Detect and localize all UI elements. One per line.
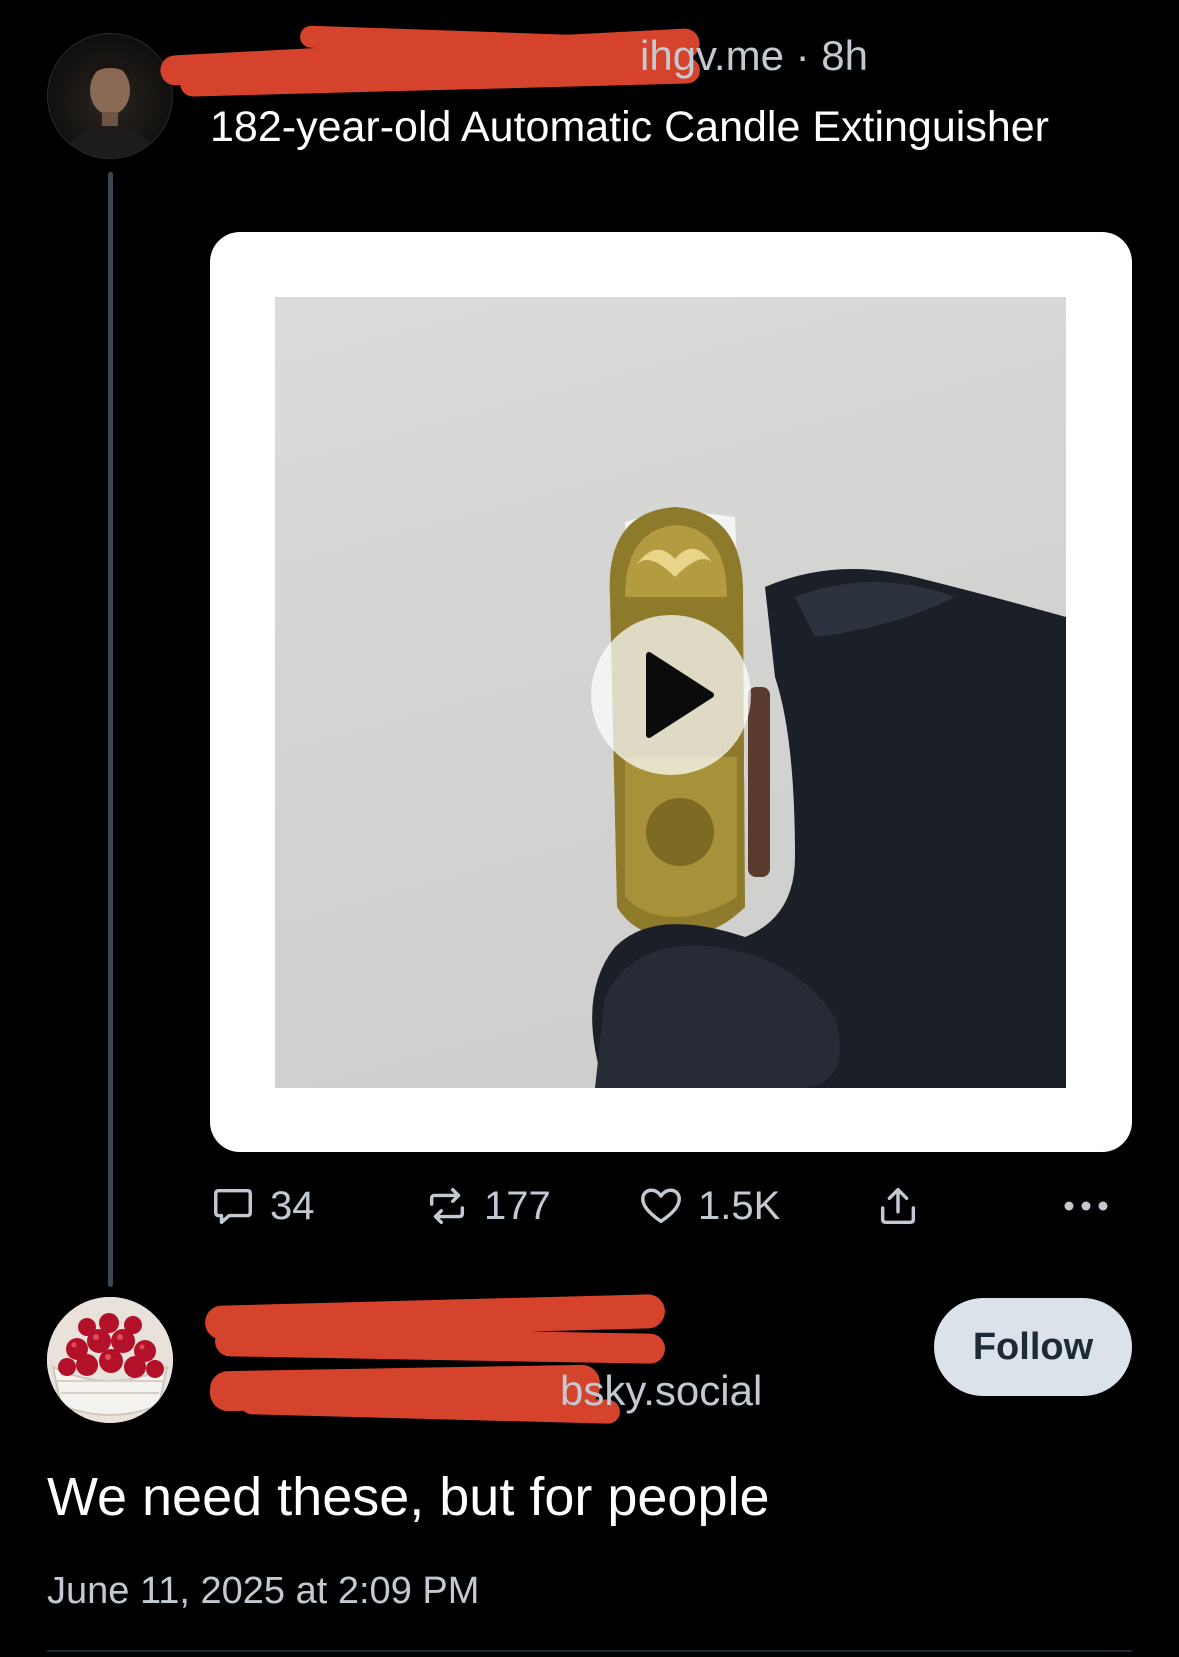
- meta-separator: ·: [795, 32, 810, 79]
- video-play-button[interactable]: [591, 615, 751, 775]
- thread-line: [108, 172, 113, 1287]
- repost-arrows-icon: [429, 1187, 465, 1225]
- post-text: 182-year-old Automatic Candle Extinguish…: [210, 103, 1049, 151]
- reply-action[interactable]: 34: [210, 1180, 315, 1232]
- divider: [47, 1650, 1132, 1652]
- like-count: 1.5K: [698, 1183, 781, 1228]
- reply-count: 34: [270, 1183, 315, 1228]
- like-action[interactable]: 1.5K: [638, 1180, 780, 1232]
- reply-text: We need these, but for people: [47, 1467, 770, 1527]
- reply-author-handle[interactable]: bsky.social: [560, 1367, 762, 1415]
- post-time[interactable]: 8h: [821, 32, 868, 79]
- redacted-reply-name-stroke: [214, 1326, 666, 1364]
- post-meta: ihgv.me · 8h: [640, 32, 868, 80]
- play-icon: [646, 652, 714, 738]
- share-upload-icon: [880, 1187, 916, 1225]
- repost-action[interactable]: 177: [424, 1180, 551, 1232]
- author-handle[interactable]: ihgv.me: [640, 32, 784, 79]
- reply-author-avatar[interactable]: [47, 1297, 173, 1423]
- more-action[interactable]: [1062, 1180, 1110, 1232]
- heart-icon: [641, 1188, 681, 1224]
- reply-timestamp: June 11, 2025 at 2:09 PM: [47, 1570, 480, 1612]
- speech-bubble-icon: [214, 1188, 252, 1225]
- share-action[interactable]: [875, 1180, 921, 1232]
- author-avatar[interactable]: [47, 33, 173, 159]
- follow-button[interactable]: Follow: [934, 1298, 1132, 1396]
- more-dots-icon: [1064, 1201, 1108, 1211]
- repost-count: 177: [484, 1183, 551, 1228]
